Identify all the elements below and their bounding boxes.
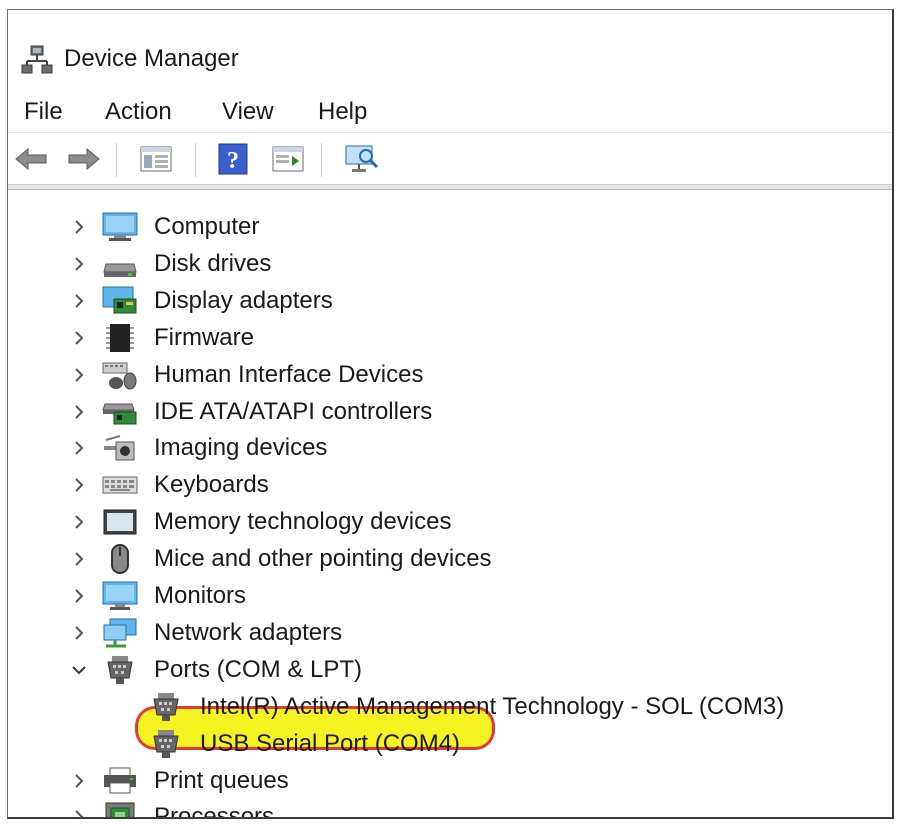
show-hide-console-tree-icon[interactable] <box>138 141 174 177</box>
tree-item-label: USB Serial Port (COM4) <box>200 729 461 757</box>
tree-item-network-adapters[interactable]: Network adapters <box>8 615 892 651</box>
tree-item-label: Keyboards <box>154 471 269 499</box>
device-manager-icon <box>21 43 53 75</box>
toolbar-separator <box>195 143 196 177</box>
tree-item-ports-com-lpt[interactable]: Ports (COM & LPT) <box>8 652 892 688</box>
tree-item-disk-drives[interactable]: Disk drives <box>8 246 892 282</box>
tree-item-print-queues[interactable]: Print queues <box>8 763 892 799</box>
tree-item-keyboards[interactable]: Keyboards <box>8 467 892 503</box>
memory-device-icon <box>102 506 138 538</box>
toolbar-separator <box>116 143 117 177</box>
tree-item-label: Firmware <box>154 323 254 351</box>
tree-item-human-interface-devices[interactable]: Human Interface Devices <box>8 357 892 393</box>
tree-item-label: Mice and other pointing devices <box>154 545 492 573</box>
toolbar-separator <box>321 143 322 177</box>
svg-text:?: ? <box>227 148 239 174</box>
chevron-right-icon[interactable] <box>70 624 88 642</box>
tree-item-label: Imaging devices <box>154 434 328 462</box>
tree-item-monitors[interactable]: Monitors <box>8 578 892 614</box>
tree-item-mice-and-other-pointing-devices[interactable]: Mice and other pointing devices <box>8 541 892 577</box>
tree-item-label: Human Interface Devices <box>154 360 424 388</box>
processor-icon <box>102 801 138 817</box>
tree-item-display-adapters[interactable]: Display adapters <box>8 283 892 319</box>
chevron-right-icon[interactable] <box>70 329 88 347</box>
chevron-right-icon[interactable] <box>70 255 88 273</box>
tree-item-processors[interactable]: Processors <box>8 799 892 819</box>
chevron-right-icon[interactable] <box>70 366 88 384</box>
mouse-icon <box>102 543 138 575</box>
tree-item-ide-ata-atapi-controllers[interactable]: IDE ATA/ATAPI controllers <box>8 394 892 430</box>
forward-arrow-icon[interactable] <box>66 141 102 177</box>
help-icon[interactable]: ? <box>215 141 251 177</box>
menu-file[interactable]: File <box>20 96 67 128</box>
menu-bar: File Action View Help <box>8 96 892 134</box>
tree-item-label: Network adapters <box>154 618 343 646</box>
chevron-down-icon[interactable] <box>70 661 88 679</box>
firmware-chip-icon <box>102 322 138 354</box>
chevron-right-icon[interactable] <box>70 292 88 310</box>
chevron-right-icon[interactable] <box>70 587 88 605</box>
hid-icon <box>102 359 138 391</box>
computer-icon <box>102 211 138 243</box>
chevron-right-icon[interactable] <box>70 439 88 457</box>
tree-item-imaging-devices[interactable]: Imaging devices <box>8 430 892 466</box>
chevron-right-icon[interactable] <box>70 550 88 568</box>
menu-help[interactable]: Help <box>314 96 371 128</box>
properties-pane-icon[interactable] <box>270 141 306 177</box>
tree-item-label: Memory technology devices <box>154 508 452 536</box>
tree-item-label: Computer <box>154 213 260 240</box>
chevron-right-icon[interactable] <box>70 808 88 817</box>
port-connector-icon <box>148 691 184 723</box>
chevron-right-icon[interactable] <box>70 513 88 531</box>
tree-item-firmware[interactable]: Firmware <box>8 320 892 356</box>
tree-item-label: Disk drives <box>154 249 272 277</box>
tree-item-memory-technology-devices[interactable]: Memory technology devices <box>8 504 892 540</box>
network-adapter-icon <box>102 617 138 649</box>
tree-item-label: IDE ATA/ATAPI controllers <box>154 397 433 425</box>
menu-view[interactable]: View <box>218 96 278 128</box>
disk-drive-icon <box>102 248 138 280</box>
tree-item-label: Print queues <box>154 766 289 794</box>
window-title: Device Manager <box>64 45 239 72</box>
toolbar: ? <box>8 132 892 185</box>
monitor-icon <box>102 580 138 612</box>
tree-item-label: Processors <box>154 803 275 819</box>
port-connector-icon <box>102 654 138 686</box>
scan-hardware-icon[interactable] <box>344 141 380 177</box>
tree-item-label: Ports (COM & LPT) <box>154 655 363 683</box>
ide-controller-icon <box>102 396 138 428</box>
display-adapter-icon <box>102 285 138 317</box>
tree-child-usb-serial-port-com4[interactable]: USB Serial Port (COM4) <box>8 726 892 762</box>
tree-child-intel-r-active-management-technology-sol-com3[interactable]: Intel(R) Active Management Technology - … <box>8 689 892 725</box>
tree-item-label: Monitors <box>154 582 247 609</box>
chevron-right-icon[interactable] <box>70 218 88 236</box>
port-connector-icon <box>148 728 184 760</box>
tree-item-label: Intel(R) Active Management Technology - … <box>200 692 785 720</box>
chevron-right-icon[interactable] <box>70 772 88 790</box>
device-tree: Computer Disk drives Display adapters Firmw… <box>8 190 892 819</box>
back-arrow-icon[interactable] <box>13 141 49 177</box>
chevron-right-icon[interactable] <box>70 403 88 421</box>
device-manager-window: Device Manager File Action View Help ? C… <box>7 9 894 819</box>
chevron-right-icon[interactable] <box>70 476 88 494</box>
keyboard-icon <box>102 469 138 501</box>
menu-action[interactable]: Action <box>101 96 176 128</box>
printer-icon <box>102 765 138 797</box>
tree-item-computer[interactable]: Computer <box>8 209 892 245</box>
tree-item-label: Display adapters <box>154 286 333 314</box>
title-bar: Device Manager <box>8 10 892 96</box>
camera-icon <box>102 432 138 464</box>
